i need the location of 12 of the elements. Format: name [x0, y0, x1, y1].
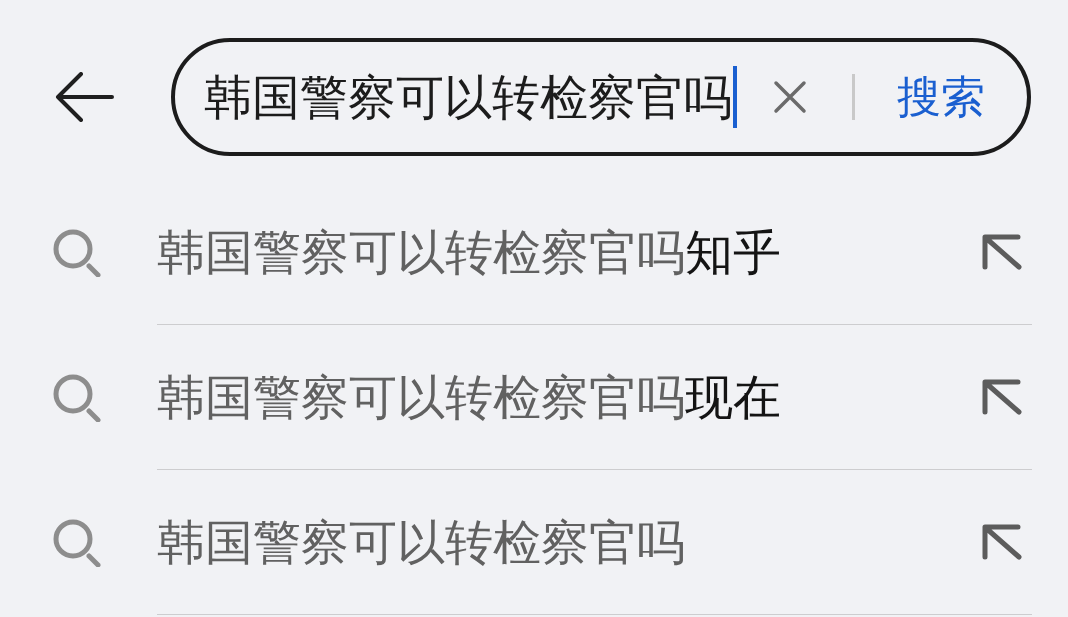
search-icon [52, 228, 102, 277]
suggestion-text[interactable]: 韩国警察可以转检察官吗知乎 [157, 221, 781, 283]
suggestion-text[interactable]: 韩国警察可以转检察官吗 [157, 511, 685, 573]
search-input[interactable]: 韩国警察可以转检察官吗 [204, 66, 737, 128]
arrow-up-left-icon[interactable] [982, 524, 1022, 560]
suggestion-text[interactable]: 韩国警察可以转检察官吗现在 [157, 366, 781, 428]
arrow-up-left-icon[interactable] [982, 379, 1022, 415]
search-button[interactable]: 搜索 [897, 69, 985, 125]
back-arrow-icon[interactable] [54, 72, 114, 122]
search-icon [52, 373, 102, 422]
search-icon [52, 518, 102, 567]
arrow-up-left-icon[interactable] [982, 234, 1022, 270]
